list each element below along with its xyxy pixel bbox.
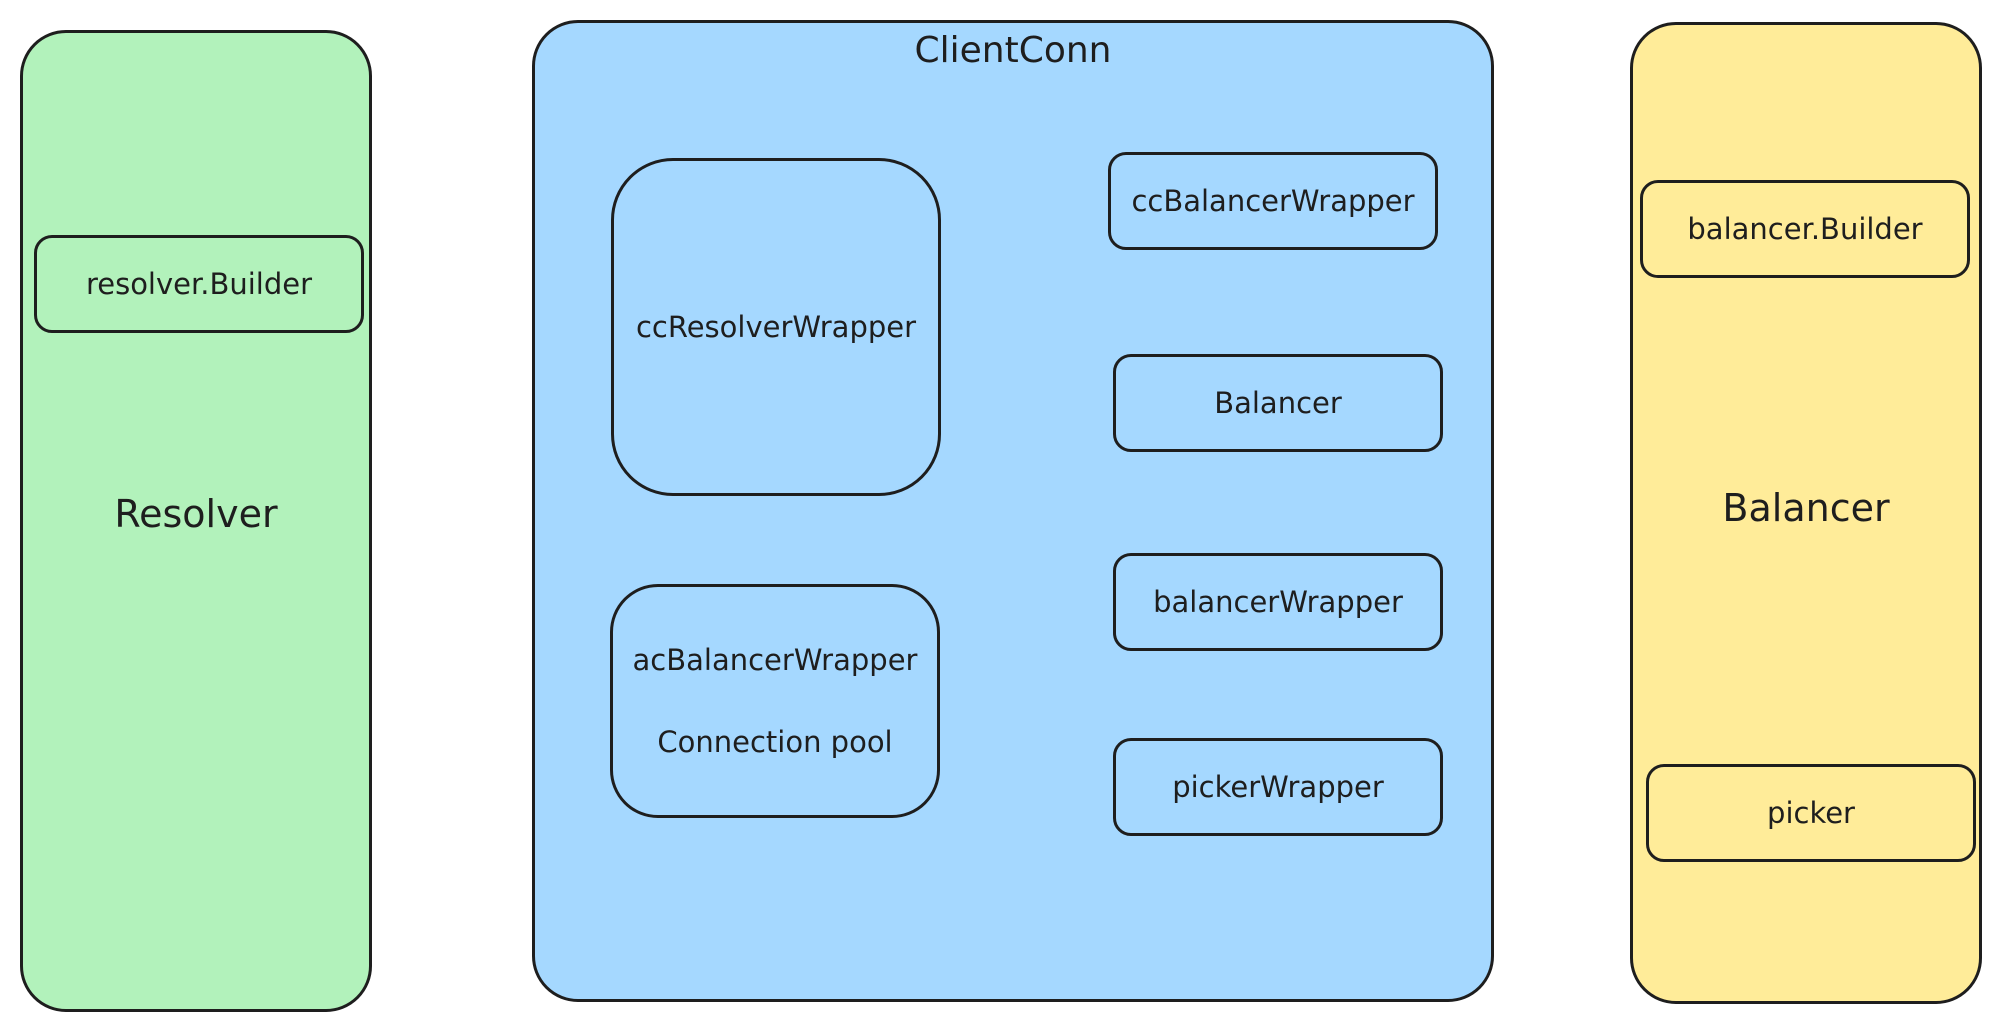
picker-wrapper-label: pickerWrapper: [1172, 770, 1384, 804]
balancer-panel-label: Balancer: [1722, 486, 1890, 530]
balancer-box: Balancer: [1113, 354, 1443, 452]
balancer-builder-label: balancer.Builder: [1687, 212, 1923, 246]
resolver-builder-box: resolver.Builder: [34, 235, 364, 333]
picker-label: picker: [1767, 796, 1855, 830]
resolver-panel-label: Resolver: [114, 492, 278, 536]
clientconn-title: ClientConn: [914, 30, 1112, 71]
cc-resolver-wrapper-label: ccResolverWrapper: [635, 310, 917, 344]
picker-box: picker: [1646, 764, 1976, 862]
cc-resolver-wrapper-box: ccResolverWrapper: [611, 158, 941, 496]
connection-pool-label: Connection pool: [657, 725, 893, 759]
resolver-builder-label: resolver.Builder: [85, 267, 313, 301]
cc-balancer-wrapper-label: ccBalancerWrapper: [1131, 184, 1415, 218]
balancer-wrapper-label: balancerWrapper: [1153, 585, 1403, 619]
cc-balancer-wrapper-box: ccBalancerWrapper: [1108, 152, 1438, 250]
ac-balancer-wrapper-label: acBalancerWrapper: [632, 643, 918, 677]
balancer-wrapper-box: balancerWrapper: [1113, 553, 1443, 651]
ac-balancer-wrapper-box: acBalancerWrapper Connection pool: [610, 584, 940, 818]
picker-wrapper-box: pickerWrapper: [1113, 738, 1443, 836]
balancer-box-label: Balancer: [1214, 386, 1342, 420]
balancer-builder-box: balancer.Builder: [1640, 180, 1970, 278]
